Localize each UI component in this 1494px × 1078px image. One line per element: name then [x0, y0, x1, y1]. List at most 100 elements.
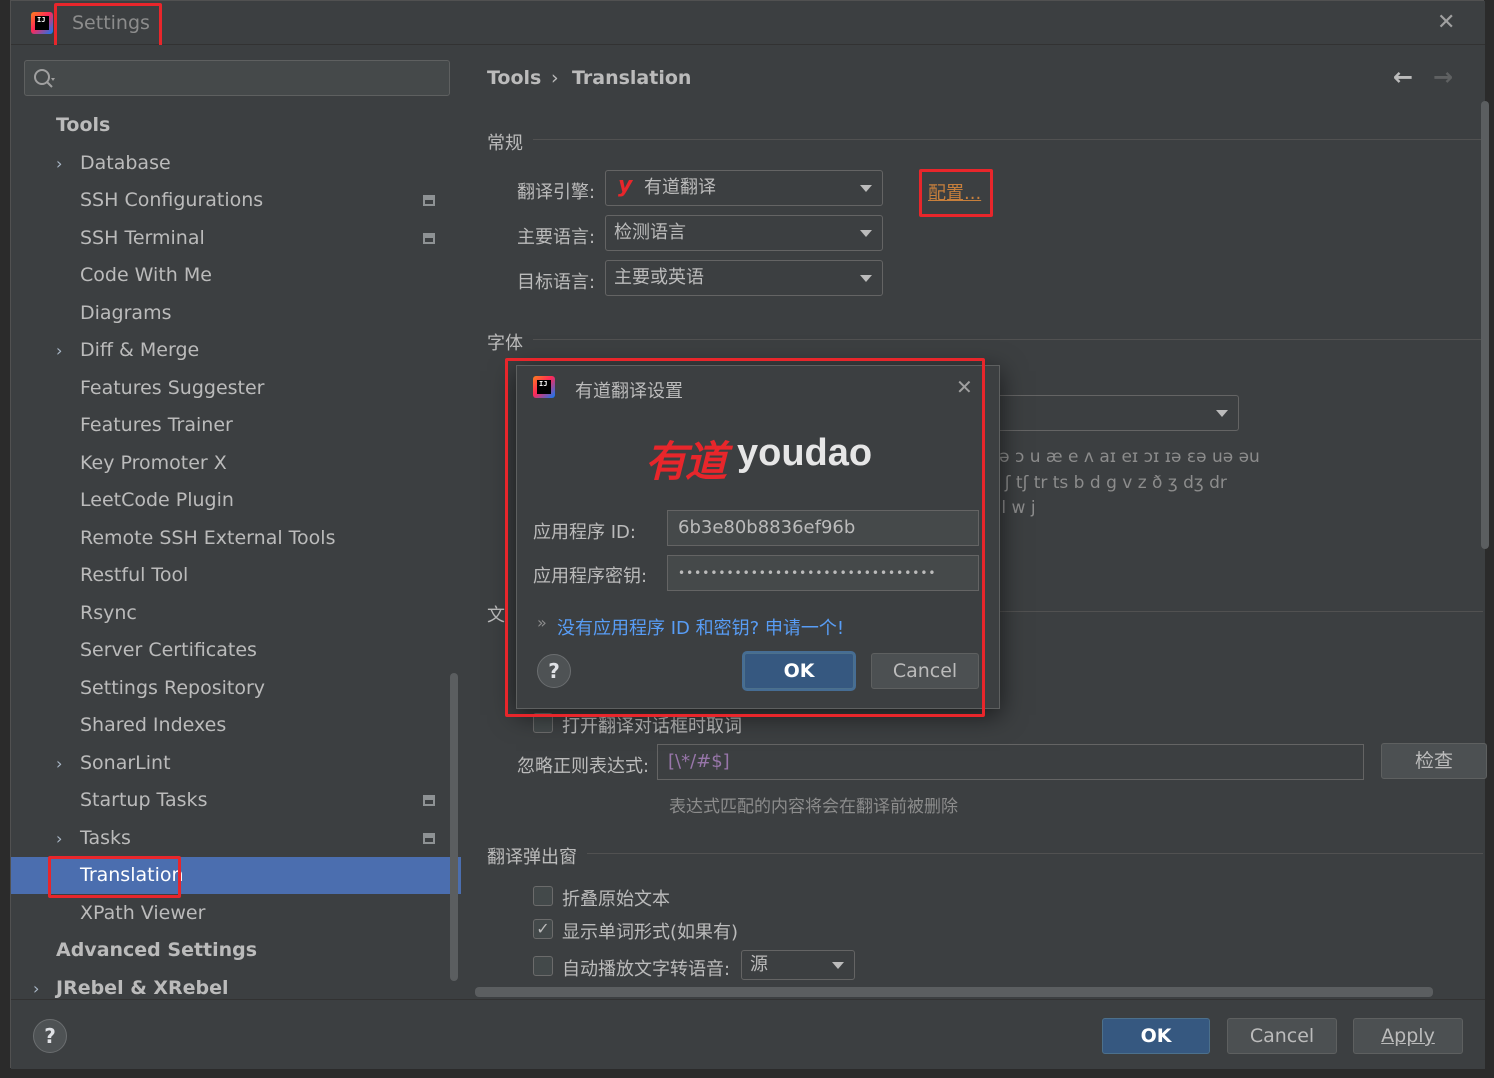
- regex-hint: 表达式匹配的内容将会在翻译前被删除: [669, 797, 958, 817]
- breadcrumb-current: Translation: [572, 67, 692, 89]
- engine-label: 翻译引擎:: [517, 182, 596, 203]
- search-icon: [34, 69, 55, 88]
- primary-lang-select[interactable]: 检测语言: [605, 215, 883, 251]
- project-scope-icon: [423, 795, 435, 806]
- target-lang-select[interactable]: 主要或英语: [605, 260, 883, 296]
- sidebar-item-label: SonarLint: [80, 752, 171, 774]
- sidebar-item-advanced-settings[interactable]: Advanced Settings: [11, 932, 461, 969]
- apply-button-label: Apply: [1381, 1025, 1435, 1047]
- sidebar-item-label: Rsync: [80, 602, 137, 624]
- sidebar-item-label: Settings Repository: [80, 677, 265, 699]
- phonetic-font-select[interactable]: [981, 395, 1239, 431]
- chevron-right-icon[interactable]: ›: [56, 820, 70, 857]
- sidebar-item-restful-tool[interactable]: Restful Tool: [11, 557, 461, 594]
- sidebar-item-ssh-configurations[interactable]: SSH Configurations: [11, 182, 461, 219]
- sidebar-item-shared-indexes[interactable]: Shared Indexes: [11, 707, 461, 744]
- sidebar-item-label: Code With Me: [80, 264, 212, 286]
- search-input[interactable]: [24, 60, 450, 96]
- sidebar-item-features-suggester[interactable]: Features Suggester: [11, 370, 461, 407]
- sidebar-item-label: Advanced Settings: [56, 939, 258, 961]
- fold-original-checkbox[interactable]: [533, 886, 553, 906]
- sidebar-item-settings-repository[interactable]: Settings Repository: [11, 670, 461, 707]
- sidebar-item-label: Features Suggester: [80, 377, 265, 399]
- target-lang-label: 目标语言:: [517, 272, 596, 293]
- primary-lang-label: 主要语言:: [517, 227, 596, 248]
- sidebar-item-label: SSH Configurations: [80, 189, 264, 211]
- chevron-right-icon[interactable]: ›: [56, 745, 70, 782]
- intellij-logo-icon: IJ: [31, 12, 53, 34]
- engine-select[interactable]: y 有道翻译: [605, 170, 883, 206]
- sidebar-item-label: Tasks: [80, 827, 131, 849]
- sidebar-item-tasks[interactable]: › Tasks: [11, 820, 461, 857]
- sidebar-item-label: LeetCode Plugin: [80, 489, 234, 511]
- sidebar-item-label: Features Trainer: [80, 414, 233, 436]
- chevron-down-icon: [832, 962, 844, 969]
- sidebar-item-label: Tools: [56, 114, 111, 136]
- sidebar-item-diff-merge[interactable]: › Diff & Merge: [11, 332, 461, 369]
- project-scope-icon: [423, 833, 435, 844]
- breadcrumb-separator: ›: [551, 67, 559, 89]
- sidebar-scrollbar[interactable]: [450, 673, 458, 981]
- sidebar-item-label: Restful Tool: [80, 564, 189, 586]
- sidebar-item-code-with-me[interactable]: Code With Me: [11, 257, 461, 294]
- sidebar-item-xpath-viewer[interactable]: XPath Viewer: [11, 895, 461, 932]
- ok-button[interactable]: OK: [1102, 1018, 1210, 1054]
- sidebar-item-startup-tasks[interactable]: Startup Tasks: [11, 782, 461, 819]
- settings-sidebar: Tools › Database SSH Configurations SSH T…: [11, 45, 461, 999]
- sidebar-item-remote-ssh-external-tools[interactable]: Remote SSH External Tools: [11, 520, 461, 557]
- help-icon[interactable]: ?: [33, 1019, 67, 1053]
- sidebar-item-sonarlint[interactable]: › SonarLint: [11, 745, 461, 782]
- back-arrow-icon[interactable]: ←: [1393, 63, 1413, 91]
- translation-highlight-box: [48, 856, 181, 898]
- apply-button[interactable]: Apply: [1353, 1018, 1463, 1054]
- breadcrumb-parent[interactable]: Tools: [487, 67, 541, 89]
- chevron-down-icon: [860, 230, 872, 237]
- sidebar-item-diagrams[interactable]: Diagrams: [11, 295, 461, 332]
- chevron-right-icon[interactable]: ›: [33, 970, 47, 999]
- sidebar-item-label: Key Promoter X: [80, 452, 227, 474]
- close-icon[interactable]: ✕: [1437, 10, 1455, 35]
- sidebar-item-features-trainer[interactable]: Features Trainer: [11, 407, 461, 444]
- section-popup-title: 翻译弹出窗: [487, 847, 577, 868]
- configure-link[interactable]: 配置...: [928, 179, 981, 205]
- dialog-highlight-box: [505, 358, 985, 717]
- sidebar-item-label: Remote SSH External Tools: [80, 527, 336, 549]
- section-text-title: 文: [487, 605, 505, 626]
- auto-play-tts-label: 自动播放文字转语音:: [562, 959, 731, 980]
- ignore-regex-label: 忽略正则表达式:: [517, 756, 650, 777]
- sidebar-item-tools[interactable]: Tools: [11, 107, 461, 144]
- forward-arrow-icon[interactable]: →: [1433, 63, 1453, 91]
- check-regex-button[interactable]: 检查: [1381, 743, 1487, 779]
- sidebar-item-server-certificates[interactable]: Server Certificates: [11, 632, 461, 669]
- sidebar-item-label: XPath Viewer: [80, 902, 206, 924]
- ignore-regex-value: [\*/#$]: [668, 751, 730, 772]
- chevron-right-icon[interactable]: ›: [56, 145, 70, 182]
- section-general-title: 常规: [487, 133, 523, 154]
- phonetic-preview-line1: i ə ɔ u æ e ʌ aɪ eɪ ɔɪ ɪə ɛə uə əu: [989, 447, 1260, 467]
- section-divider: [991, 611, 1483, 612]
- sidebar-item-label: Server Certificates: [80, 639, 257, 661]
- engine-select-value: 有道翻译: [644, 177, 716, 198]
- sidebar-item-ssh-terminal[interactable]: SSH Terminal: [11, 220, 461, 257]
- sidebar-item-label: JRebel & XRebel: [56, 977, 229, 999]
- sidebar-item-key-promoter-x[interactable]: Key Promoter X: [11, 445, 461, 482]
- chevron-right-icon[interactable]: ›: [56, 332, 70, 369]
- content-horizontal-scrollbar[interactable]: [475, 987, 1433, 997]
- show-word-forms-label: 显示单词形式(如果有): [562, 922, 739, 943]
- sidebar-item-jrebel[interactable]: › JRebel & XRebel: [11, 970, 461, 999]
- fold-original-label: 折叠原始文本: [562, 889, 670, 910]
- ignore-regex-input[interactable]: [\*/#$]: [657, 744, 1364, 780]
- settings-window: IJ Settings ✕ Tools › Database SSH Config…: [10, 0, 1489, 1069]
- sidebar-item-leetcode-plugin[interactable]: LeetCode Plugin: [11, 482, 461, 519]
- sidebar-item-label: SSH Terminal: [80, 227, 205, 249]
- show-word-forms-checkbox[interactable]: ✓: [533, 919, 553, 939]
- content-vertical-scrollbar[interactable]: [1481, 101, 1489, 549]
- cancel-button[interactable]: Cancel: [1227, 1018, 1337, 1054]
- youdao-icon: y: [618, 173, 633, 198]
- auto-play-tts-value: 源: [750, 954, 768, 975]
- sidebar-item-database[interactable]: › Database: [11, 145, 461, 182]
- auto-play-tts-select[interactable]: 源: [741, 950, 855, 980]
- sidebar-item-label: Startup Tasks: [80, 789, 208, 811]
- sidebar-item-rsync[interactable]: Rsync: [11, 595, 461, 632]
- auto-play-tts-checkbox[interactable]: [533, 956, 553, 976]
